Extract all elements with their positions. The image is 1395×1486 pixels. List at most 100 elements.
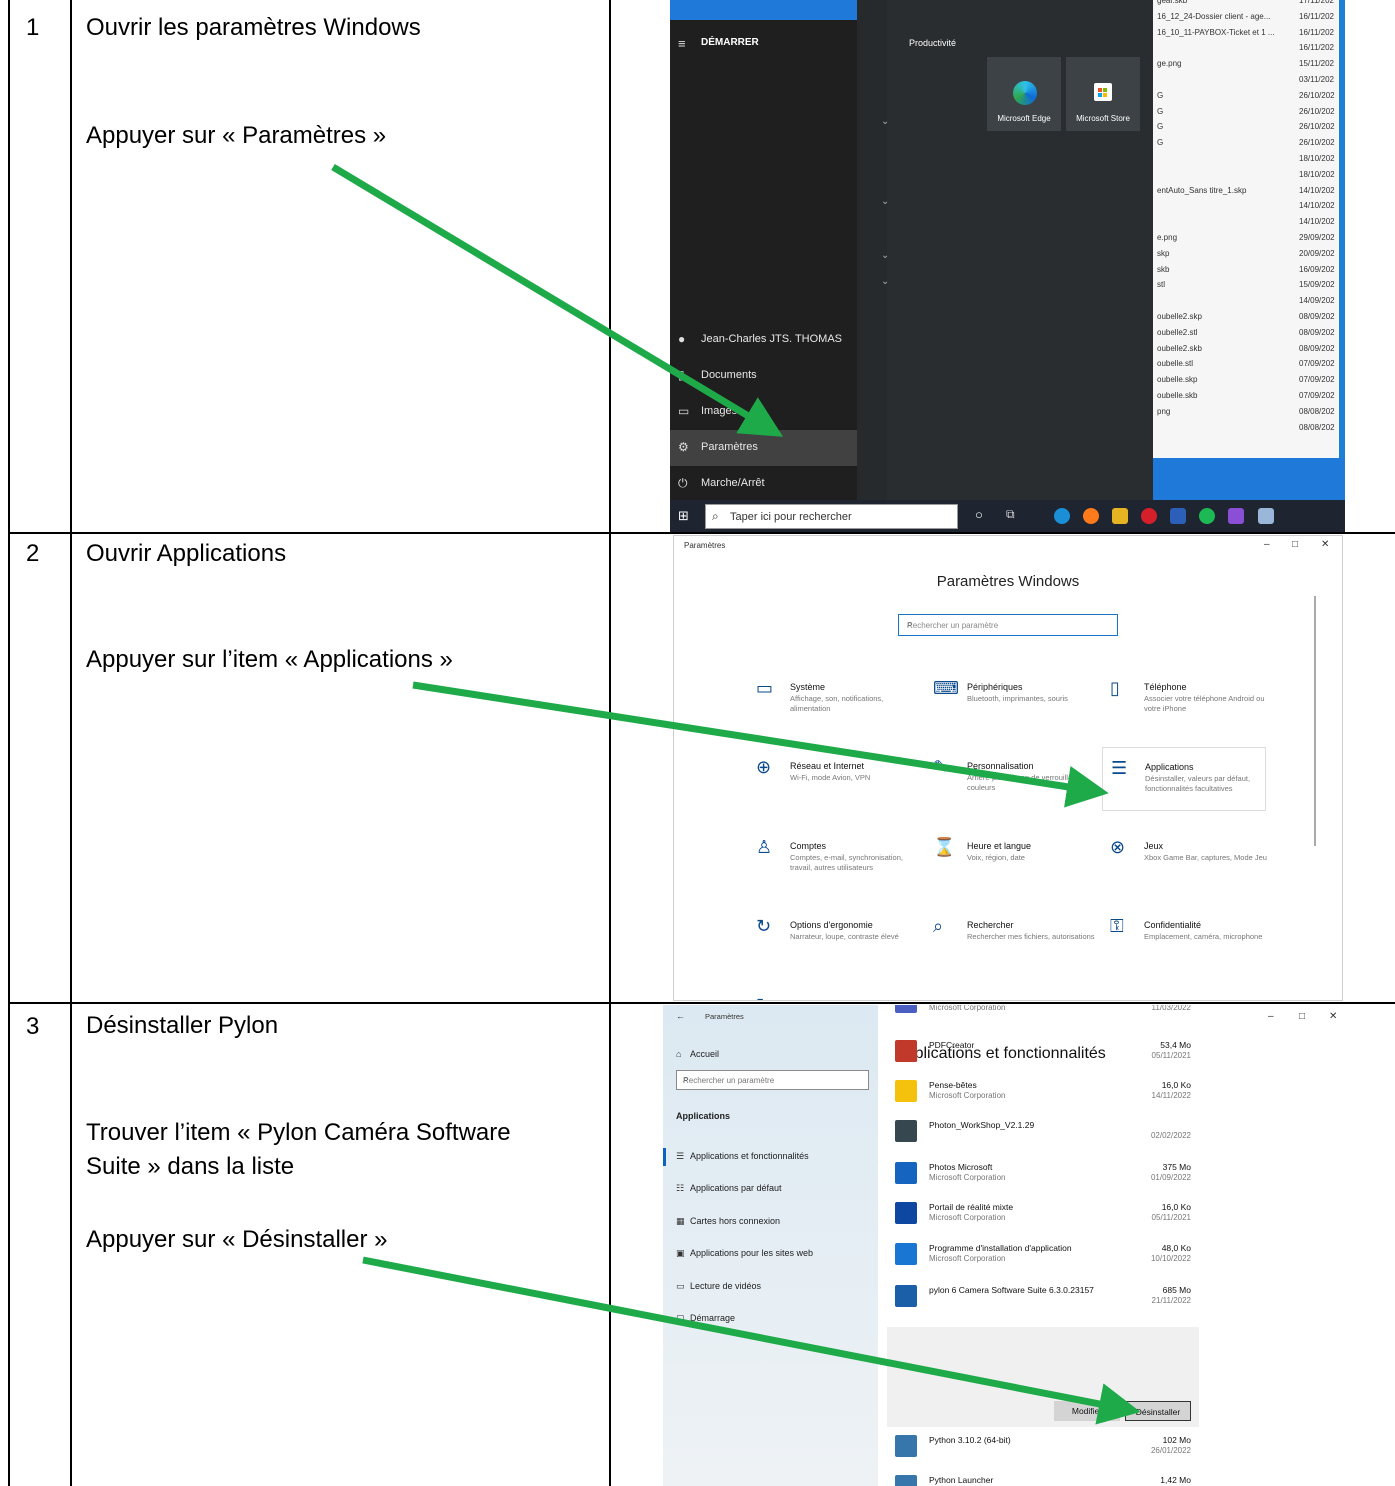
file-name: oubelle.skb [1157, 391, 1198, 400]
minimize-icon[interactable]: – [1268, 1011, 1274, 1022]
file-date: 08/08/202 [1299, 406, 1335, 416]
step-instruction: Suite » dans la liste [86, 1153, 295, 1180]
minimize-icon[interactable]: – [1264, 539, 1270, 550]
modify-button[interactable]: Modifier [1054, 1401, 1120, 1421]
app-list-item[interactable]: Photos Microsoft Microsoft Corporation 375… [895, 1162, 1191, 1198]
taskbar: ⊞ ⌕ Taper ici pour rechercher ○ ⧉ [670, 500, 1345, 532]
settings-category-6[interactable]: ☰ Applications Désinstaller, valeurs par d… [1102, 747, 1266, 811]
file-row[interactable]: 08/08/202 [1153, 421, 1345, 437]
uninstall-button[interactable]: Désinstaller [1125, 1401, 1191, 1421]
documents-item[interactable]: ▯ Documents [670, 358, 857, 394]
images-item[interactable]: ▭ Images [670, 394, 857, 430]
file-name: skp [1157, 248, 1170, 258]
app-icon [895, 1475, 917, 1486]
hamburger-icon[interactable]: ≡ [678, 36, 686, 51]
sidebar-nav-item[interactable]: ☰ Applications et fonctionnalités [676, 1151, 809, 1162]
file-row[interactable]: oubelle2.stl 08/09/202 [1153, 326, 1345, 342]
sidebar-nav-item[interactable]: ▭ Lecture de vidéos [676, 1281, 761, 1292]
app-size: 1,42 Mo [1160, 1475, 1191, 1485]
file-row[interactable]: oubelle2.skp 08/09/202 [1153, 310, 1345, 326]
file-row[interactable]: 14/10/202 [1153, 199, 1345, 215]
windows-start-icon[interactable]: ⊞ [678, 508, 689, 524]
file-name: oubelle.skp [1157, 375, 1198, 385]
back-arrow-icon[interactable]: ← [676, 1011, 685, 1021]
file-row[interactable]: G 26/10/202 [1153, 89, 1345, 105]
spotify-icon[interactable] [1199, 508, 1215, 524]
file-row[interactable]: entAuto_Sans titre_1.skp 14/10/202 [1153, 184, 1345, 200]
file-row[interactable]: 16_10_11-PAYBOX-Ticket et 1 ... 16/11/202 [1153, 26, 1345, 42]
app-name: Programme d'installation d'application [929, 1243, 1072, 1253]
user-account-item[interactable]: ● Jean-Charles JTS. THOMAS [670, 322, 857, 358]
file-row[interactable]: 18/10/202 [1153, 152, 1345, 168]
search-icon: ⌕ [683, 1074, 689, 1085]
file-row[interactable]: e.png 29/09/202 [1153, 231, 1345, 247]
category-description: Wi-Fi, mode Avion, VPN [790, 773, 871, 782]
close-icon[interactable]: ✕ [1321, 539, 1329, 550]
app-size: 375 Mo [1162, 1162, 1191, 1172]
word-icon[interactable] [1170, 508, 1186, 524]
file-row[interactable]: G 26/10/202 [1153, 120, 1345, 136]
file-row[interactable]: ge.png 15/11/202 [1153, 57, 1345, 73]
task-view-icon[interactable]: ⧉ [1006, 507, 1015, 522]
app-list-item[interactable]: Python 3.10.2 (64-bit) 102 Mo 26/01/2022 [895, 1435, 1191, 1471]
file-row[interactable]: png 08/08/202 [1153, 405, 1345, 421]
power-label: Marche/Arrêt [701, 477, 765, 489]
file-row[interactable]: skb 16/09/202 [1153, 263, 1345, 279]
sidebar-nav-item[interactable]: ▦ Cartes hors connexion [676, 1216, 780, 1227]
app-icon[interactable] [1141, 508, 1157, 524]
close-icon[interactable]: ✕ [1329, 1011, 1337, 1022]
sidebar-nav-item[interactable]: ☷ Applications par défaut [676, 1183, 782, 1194]
file-row[interactable]: 14/10/202 [1153, 215, 1345, 231]
file-row[interactable]: 16_12_24-Dossier client - age... 16/11/20… [1153, 10, 1345, 26]
file-row[interactable]: G 26/10/202 [1153, 105, 1345, 121]
app-list-item[interactable]: Microsoft Corporation 11/03/2022 [895, 1005, 1191, 1039]
app-list-item[interactable]: Programme d'installation d'application Mi… [895, 1243, 1191, 1279]
file-row[interactable]: 16/11/202 [1153, 41, 1345, 57]
visual-studio-icon[interactable] [1228, 508, 1244, 524]
app-name: Portail de réalité mixte [929, 1202, 1014, 1212]
sidebar-nav-item[interactable]: ▣ Applications pour les sites web [676, 1248, 813, 1259]
power-item[interactable]: ⏻ Marche/Arrêt [670, 466, 857, 502]
sidebar-nav-item[interactable]: ▢ Démarrage [676, 1313, 735, 1324]
folder-icon[interactable] [1112, 508, 1128, 524]
file-name: entAuto_Sans titre_1.skp [1157, 185, 1247, 195]
app-list-item[interactable]: Pense-bêtes Microsoft Corporation 16,0 Ko 1… [895, 1080, 1191, 1116]
person-icon: ♙ [756, 837, 773, 857]
maximize-icon[interactable]: □ [1292, 539, 1298, 550]
settings-search-input[interactable]: Rechercher un paramètre ⌕ [676, 1070, 869, 1090]
edge-tile[interactable]: Microsoft Edge [987, 57, 1061, 131]
app-icon [895, 1202, 917, 1224]
file-row[interactable]: 18/10/202 [1153, 168, 1345, 184]
settings-search-input[interactable]: Rechercher un paramètre ⌕ [898, 614, 1118, 636]
edge-icon[interactable] [1054, 508, 1070, 524]
app-list-item[interactable]: Photon_WorkShop_V2.1.29 02/02/2022 [895, 1120, 1191, 1156]
app-list-item[interactable]: Python Launcher 1,42 Mo [895, 1475, 1191, 1486]
file-row[interactable]: 14/09/202 [1153, 294, 1345, 310]
file-row[interactable]: stl 15/09/202 [1153, 278, 1345, 294]
category-description: Rechercher mes fichiers, autorisations [967, 932, 1095, 941]
file-row[interactable]: 03/11/202 [1153, 73, 1345, 89]
app-list-item[interactable]: Portail de réalité mixte Microsoft Corpor… [895, 1202, 1191, 1238]
app-icon[interactable] [1258, 508, 1274, 524]
phone-icon: ▯ [1110, 678, 1120, 698]
file-date: 08/09/202 [1299, 327, 1335, 337]
app-list-item[interactable]: pylon 6 Camera Software Suite 6.3.0.2315… [895, 1285, 1191, 1321]
file-row[interactable]: G 26/10/202 [1153, 136, 1345, 152]
file-row[interactable]: oubelle.skb 07/09/202 [1153, 389, 1345, 405]
app-list-item[interactable]: PDFCreator 53,4 Mo 05/11/2021 [895, 1040, 1191, 1076]
file-row[interactable]: oubelle.stl 07/09/202 [1153, 357, 1345, 373]
cortana-icon[interactable]: ○ [975, 507, 983, 522]
file-row[interactable]: oubelle.skp 07/09/202 [1153, 373, 1345, 389]
scrollbar[interactable] [1314, 596, 1316, 846]
file-name: oubelle2.skb [1157, 343, 1202, 353]
file-row[interactable]: gear.skb 17/11/202 [1153, 0, 1345, 10]
firefox-icon[interactable] [1083, 508, 1099, 524]
taskbar-top-band [670, 0, 857, 20]
file-row[interactable]: skp 20/09/202 [1153, 247, 1345, 263]
taskbar-search-input[interactable]: ⌕ Taper ici pour rechercher [705, 504, 958, 529]
home-item[interactable]: ⌂ Accueil [676, 1049, 719, 1059]
file-row[interactable]: oubelle2.skb 08/09/202 [1153, 342, 1345, 358]
maximize-icon[interactable]: □ [1299, 1011, 1305, 1022]
settings-item[interactable]: ⚙ Paramètres [670, 430, 857, 466]
store-tile[interactable]: Microsoft Store [1066, 57, 1140, 131]
